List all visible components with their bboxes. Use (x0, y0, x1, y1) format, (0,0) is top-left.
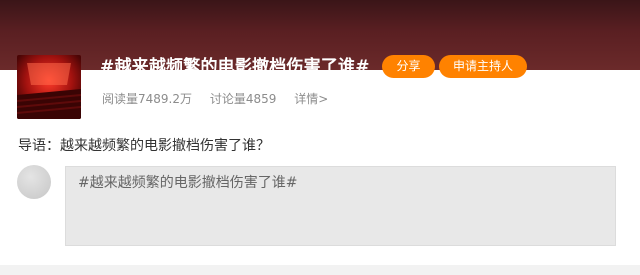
share-button[interactable]: 分享 (382, 55, 435, 78)
topic-stats: 阅读量7489.2万 讨论量4859 详情> (102, 90, 342, 108)
avatar[interactable] (17, 165, 51, 199)
detail-link[interactable]: 详情> (294, 92, 328, 106)
topic-guide: 导语：越来越频繁的电影撤档伤害了谁？ (18, 138, 270, 154)
topic-title[interactable]: #越来越频繁的电影撤档伤害了谁# (100, 53, 370, 81)
topic-cover-image[interactable] (17, 55, 81, 119)
post-input-text: #越来越频繁的电影撤档伤害了谁# (78, 175, 298, 191)
read-count: 阅读量7489.2万 (102, 92, 192, 106)
apply-host-button[interactable]: 申请主持人 (439, 55, 527, 78)
discussion-count: 讨论量4859 (209, 92, 277, 106)
post-input[interactable]: #越来越频繁的电影撤档伤害了谁# (65, 166, 616, 246)
bottom-divider (0, 265, 640, 275)
